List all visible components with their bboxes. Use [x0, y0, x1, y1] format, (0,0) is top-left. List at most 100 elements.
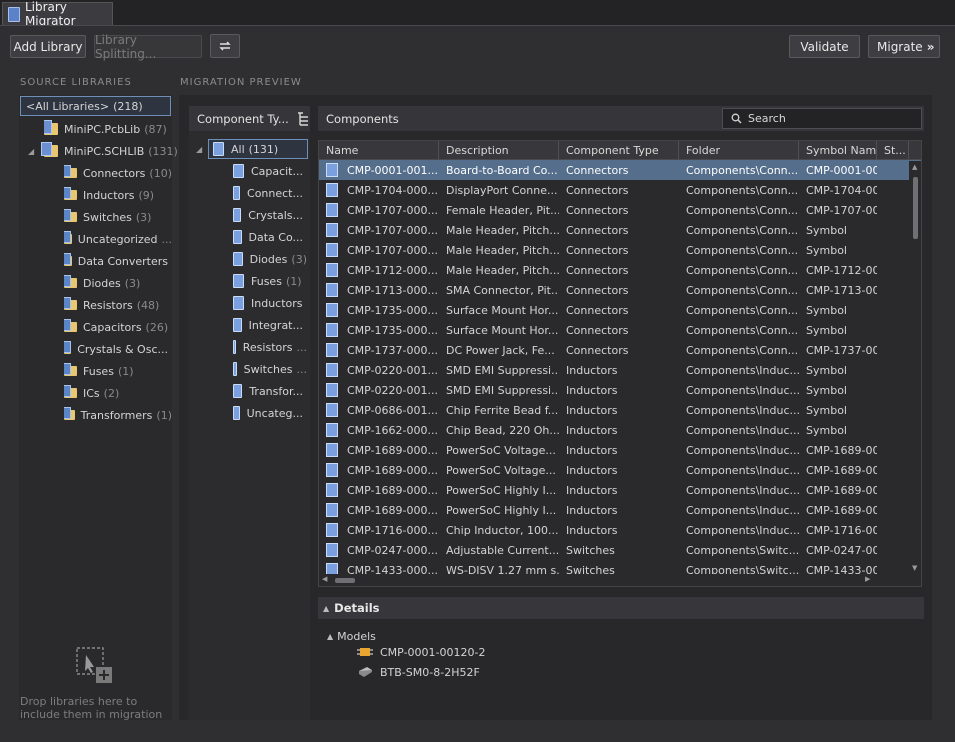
table-cell: CMP-0247-000 [799, 540, 877, 560]
table-row[interactable]: CMP-0686-001... Chip Ferrite Bead f... Ind… [319, 400, 921, 420]
folder-item[interactable]: Diodes (3) [64, 273, 172, 293]
model-name: BTB-SM0-8-2H52F [380, 665, 480, 679]
details-header[interactable]: ▲ Details [318, 597, 924, 619]
table-cell: Symbol [799, 400, 877, 420]
table-row[interactable]: CMP-1707-000... Female Header, Pit... Conn… [319, 200, 921, 220]
migrate-button[interactable]: Migrate » [868, 35, 940, 58]
component-type-item[interactable]: Uncateg... [233, 403, 307, 423]
library-splitting-button[interactable]: Library Splitting... [94, 33, 202, 61]
component-type-item[interactable]: Crystals... [233, 205, 307, 225]
refresh-button[interactable] [210, 34, 240, 58]
component-type-item[interactable]: Data Co... [233, 227, 307, 247]
table-row[interactable]: CMP-1689-000... PowerSoC Highly I... Induc… [319, 500, 921, 520]
table-row[interactable]: CMP-1704-000... DisplayPort Conne... Conne… [319, 180, 921, 200]
vertical-scrollbar[interactable]: ▲ ▼ [909, 161, 921, 574]
cell-text: CMP-0247-000 [806, 543, 877, 557]
all-libraries-item[interactable]: <All Libraries> (218) [20, 96, 171, 116]
folder-item[interactable]: Uncategorized... [64, 229, 172, 249]
scroll-down-icon[interactable]: ▼ [912, 564, 917, 572]
cell-text: CMP-1704-000... [347, 183, 438, 197]
table-row[interactable]: CMP-1716-000... Chip Inductor, 100... Indu… [319, 520, 921, 540]
table-row[interactable]: CMP-1713-000... SMA Connector, Pit... Conn… [319, 280, 921, 300]
component-type-item[interactable]: Diodes (3) [233, 249, 307, 269]
table-cell: Inductors [559, 380, 679, 400]
component-type-item[interactable]: Transfor... [233, 381, 307, 401]
validate-button[interactable]: Validate [789, 35, 860, 58]
component-type-item[interactable]: Resistors... [233, 337, 307, 357]
component-type-item[interactable]: Capacit... [233, 161, 307, 181]
cell-text: SMA Connector, Pit... [446, 283, 559, 297]
column-header[interactable]: Symbol Name [799, 141, 877, 159]
component-type-item[interactable]: Connect... [233, 183, 307, 203]
column-header[interactable]: Name [319, 141, 439, 159]
models-label: Models [337, 629, 376, 643]
scroll-up-icon[interactable]: ▲ [912, 163, 917, 171]
folder-item[interactable]: Data Converters [64, 251, 172, 271]
table-row[interactable]: CMP-1735-000... Surface Mount Hor... Conne… [319, 320, 921, 340]
component-type-name: Capacit... [250, 164, 303, 178]
collapse-arrow-icon[interactable]: ◢ [28, 147, 40, 156]
folder-name: Uncategorized [77, 232, 158, 246]
folder-item[interactable]: Resistors (48) [64, 295, 172, 315]
component-type-item[interactable]: Inductors [233, 293, 307, 313]
schlib-item[interactable]: ◢ MiniPC.SCHLIB (131) [28, 141, 178, 161]
component-type-item[interactable]: Switches... [233, 359, 307, 379]
type-all-item[interactable]: ◢ All (131) [196, 139, 310, 159]
table-row[interactable]: CMP-0247-000... Adjustable Current... Swit… [319, 540, 921, 560]
folder-item[interactable]: Connectors (10) [64, 163, 172, 183]
vertical-scroll-thumb[interactable] [913, 177, 918, 239]
model-row[interactable]: BTB-SM0-8-2H52F [357, 662, 480, 682]
column-header[interactable]: Description [439, 141, 559, 159]
tree-view-icon[interactable] [297, 111, 310, 126]
component-icon [326, 343, 338, 357]
folder-item[interactable]: Crystals & Osc... [64, 339, 172, 359]
folder-item[interactable]: Capacitors (26) [64, 317, 172, 337]
scroll-left-icon[interactable]: ◀ [322, 575, 327, 583]
search-input[interactable]: Search [722, 108, 922, 129]
component-icon [326, 403, 338, 417]
table-row[interactable]: CMP-1712-000... Male Header, Pitch... Conn… [319, 260, 921, 280]
horizontal-scrollbar[interactable]: ◀ ▶ [319, 574, 909, 586]
table-row[interactable]: CMP-1735-000... Surface Mount Hor... Conne… [319, 300, 921, 320]
cell-text: Connectors [566, 323, 629, 337]
folder-item[interactable]: Inductors (9) [64, 185, 172, 205]
scroll-right-icon[interactable]: ▶ [865, 575, 870, 583]
table-row[interactable]: CMP-1707-000... Male Header, Pitch... Conn… [319, 220, 921, 240]
table-row[interactable]: CMP-1689-000... PowerSoC Voltage... Induct… [319, 460, 921, 480]
table-row[interactable]: CMP-1662-000... Chip Bead, 220 Oh... Induc… [319, 420, 921, 440]
folder-item[interactable]: Switches (3) [64, 207, 172, 227]
cell-text: CMP-1689-000... [347, 463, 438, 477]
add-library-button[interactable]: Add Library [10, 35, 86, 58]
folder-item[interactable]: Transformers (1) [64, 405, 172, 425]
component-type-item[interactable]: Integrat... [233, 315, 307, 335]
table-cell: Connectors [559, 300, 679, 320]
collapse-arrow-icon[interactable]: ▲ [323, 604, 329, 613]
table-row[interactable]: CMP-0220-001... SMD EMI Suppressi... Induc… [319, 380, 921, 400]
tab-library-migrator[interactable]: Library Migrator [2, 0, 113, 28]
table-row[interactable]: CMP-0001-001... Board-to-Board Co... Conne… [319, 160, 921, 180]
folder-item[interactable]: Fuses (1) [64, 361, 172, 381]
component-type-item[interactable]: Fuses (1) [233, 271, 307, 291]
folder-item[interactable]: ICs (2) [64, 383, 172, 403]
column-header[interactable]: Folder [679, 141, 799, 159]
component-icon [233, 208, 242, 222]
table-row[interactable]: CMP-1737-000... DC Power Jack, Fe... Conne… [319, 340, 921, 360]
table-row[interactable]: CMP-1689-000... PowerSoC Voltage... Induct… [319, 440, 921, 460]
table-cell: Components\Induc... [679, 500, 799, 520]
source-libraries-panel: <All Libraries> (218) MiniPC.PcbLib (87)… [19, 95, 178, 721]
pcblib-item[interactable]: MiniPC.PcbLib (87) [44, 119, 167, 139]
folder-count: (2) [103, 386, 120, 400]
table-cell: Symbol [799, 420, 877, 440]
collapse-arrow-icon[interactable]: ◢ [196, 145, 208, 154]
column-header[interactable]: St... [877, 141, 909, 159]
model-row[interactable]: CMP-0001-00120-2 [357, 642, 485, 662]
type-all-selected[interactable]: All (131) [208, 139, 308, 159]
table-cell: Inductors [559, 400, 679, 420]
table-row[interactable]: CMP-0220-001... SMD EMI Suppressi... Induc… [319, 360, 921, 380]
collapse-arrow-icon[interactable]: ▲ [327, 632, 333, 641]
table-cell: Connectors [559, 220, 679, 240]
table-row[interactable]: CMP-1707-000... Male Header, Pitch... Conn… [319, 240, 921, 260]
column-header[interactable]: Component Type [559, 141, 679, 159]
table-row[interactable]: CMP-1689-000... PowerSoC Highly I... Induc… [319, 480, 921, 500]
horizontal-scroll-thumb[interactable] [335, 578, 355, 583]
